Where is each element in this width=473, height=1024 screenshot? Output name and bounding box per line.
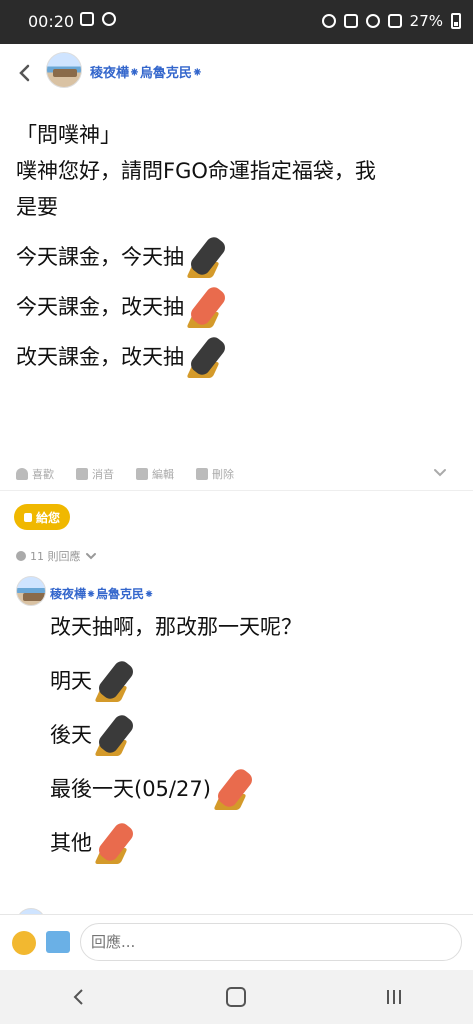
fortune-stick-icon: [186, 334, 232, 380]
fortune-stick-icon: [213, 766, 259, 812]
give-karma-button[interactable]: 給您: [14, 504, 71, 530]
image-icon: [80, 12, 94, 26]
comment-line: 其他: [50, 820, 302, 866]
gear-icon: [102, 12, 116, 26]
fortune-stick-icon: [94, 712, 140, 758]
post-header: 稜夜樺⁕烏魯克民⁕: [0, 44, 473, 100]
image-upload-icon[interactable]: [46, 931, 70, 953]
post-option-text: 今天課金，改天抽: [16, 295, 184, 320]
post-option-text: 今天課金，今天抽: [16, 245, 184, 270]
fortune-stick-icon: [94, 820, 140, 866]
emoji-icon[interactable]: [12, 931, 36, 955]
status-bar: 00:20 27%: [0, 0, 473, 44]
home-icon: [226, 987, 247, 1007]
post-line: 「問噗神」: [16, 123, 121, 148]
poster-name[interactable]: 稜夜樺⁕烏魯克民⁕: [90, 62, 203, 81]
chevron-left-icon: [19, 64, 30, 82]
edit-icon: [136, 468, 148, 480]
speaker-mute-icon: [76, 468, 88, 480]
chevron-left-icon: [73, 989, 83, 1005]
mute-button[interactable]: 消音: [76, 466, 114, 482]
android-nav-bar: [0, 970, 473, 1024]
commenter-name[interactable]: 稜夜樺⁕烏魯克民⁕: [50, 585, 154, 602]
battery-percent: 27%: [409, 12, 443, 30]
chevron-down-icon: [85, 553, 96, 560]
nav-recents-button[interactable]: [374, 982, 414, 1012]
lock-icon: [24, 512, 32, 522]
comment-line: 明天: [50, 658, 302, 704]
post-option: 今天課金，改天抽: [16, 284, 456, 328]
post-option-text: 改天課金，改天抽: [16, 345, 184, 370]
replies-count[interactable]: 11 則回應: [16, 548, 97, 564]
post-option: 今天課金，今天抽: [16, 234, 456, 278]
post-line: 是要: [16, 195, 58, 220]
wifi-icon: [365, 14, 380, 28]
fortune-stick-icon: [94, 658, 140, 704]
signal-icon: [387, 14, 402, 28]
fortune-stick-icon: [186, 284, 232, 330]
nav-home-button[interactable]: [216, 982, 256, 1012]
commenter-avatar[interactable]: [16, 576, 46, 606]
like-button[interactable]: 喜歡: [16, 466, 54, 482]
back-button[interactable]: [10, 58, 40, 88]
alarm-icon: [321, 14, 336, 28]
post-option: 改天課金，改天抽: [16, 334, 456, 378]
post-line: 噗神您好，請問FGO命運指定福袋，我: [16, 159, 376, 184]
comment-line: 後天: [50, 712, 302, 758]
post-content: 「問噗神」 噗神您好，請問FGO命運指定福袋，我 是要 今天課金，今天抽 今天課…: [16, 118, 456, 378]
comment-icon: [16, 551, 26, 561]
trash-icon: [196, 468, 208, 480]
mute-icon: [343, 14, 358, 28]
poster-avatar[interactable]: [46, 52, 82, 88]
post-actions: 喜歡 消音 編輯 刪除: [16, 462, 456, 486]
edit-button[interactable]: 編輯: [136, 466, 174, 482]
reply-compose-bar: [0, 914, 473, 971]
chevron-down-icon[interactable]: [432, 464, 448, 480]
battery-icon: [451, 13, 461, 29]
comment-line: 最後一天(05/27): [50, 766, 302, 812]
fortune-stick-icon: [186, 234, 232, 280]
nav-back-button[interactable]: [59, 982, 99, 1012]
heart-icon: [16, 468, 28, 480]
delete-button[interactable]: 刪除: [196, 466, 234, 482]
recents-icon: [387, 990, 402, 1004]
divider: [0, 490, 473, 491]
status-time: 00:20: [28, 12, 75, 31]
comment-content: 改天抽啊，那改那一天呢？ 明天 後天 最後一天(05/27) 其他: [50, 608, 302, 864]
reply-input[interactable]: [80, 923, 462, 961]
comment-line: 改天抽啊，那改那一天呢？: [50, 615, 302, 640]
